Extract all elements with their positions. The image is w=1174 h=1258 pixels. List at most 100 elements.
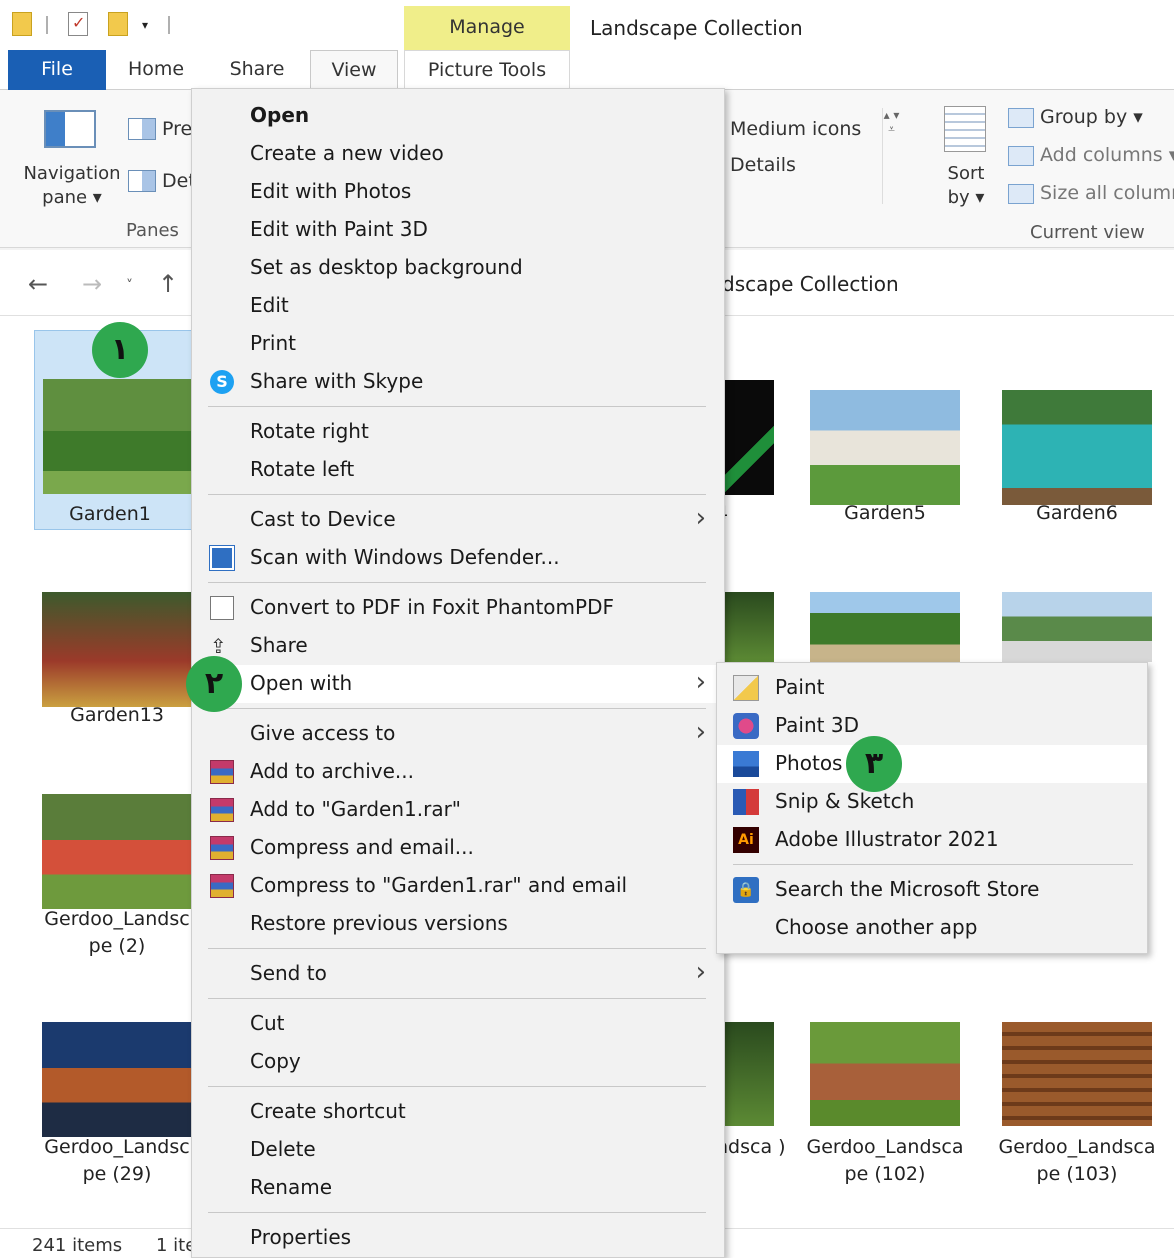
menu-item-label: Copy	[250, 1049, 301, 1073]
paint-3d-icon	[733, 713, 759, 739]
file-item-gerdoo-29[interactable]: Gerdoo_Landsc pe (29)	[42, 1022, 202, 1185]
menu-item-edit-paint3d[interactable]: Edit with Paint 3D	[192, 211, 724, 249]
menu-item-send-to[interactable]: Send to ›	[192, 955, 724, 993]
recent-locations-icon[interactable]: ˅	[126, 278, 133, 294]
thumbnail	[1002, 1022, 1152, 1126]
menu-item-delete[interactable]: Delete	[192, 1131, 724, 1169]
menu-item-open[interactable]: Open	[192, 97, 724, 135]
menu-item-rotate-right[interactable]: Rotate right	[192, 413, 724, 451]
submenu-item-paint3d[interactable]: Paint 3D	[717, 707, 1147, 745]
tab-home[interactable]: Home	[118, 50, 194, 90]
preview-pane-button[interactable]: Pre	[162, 118, 192, 140]
menu-item-rotate-left[interactable]: Rotate left	[192, 451, 724, 489]
file-item-garden13[interactable]: Garden13	[42, 592, 202, 742]
group-by-button[interactable]: Group by ▾	[1008, 106, 1143, 128]
address-path[interactable]: dscape Collection	[722, 272, 899, 296]
layout-gallery-scroll[interactable]: ▴ ▾ ⩡	[882, 108, 900, 204]
file-item-gerdoo-102[interactable]: Gerdoo_Landsca pe (102)	[806, 1022, 970, 1185]
menu-item-edit-photos[interactable]: Edit with Photos	[192, 173, 724, 211]
menu-item-scan-defender[interactable]: Scan with Windows Defender...	[192, 539, 724, 577]
qat-dropdown-icon[interactable]: ▾	[142, 18, 148, 32]
thumbnail	[43, 379, 193, 494]
size-all-columns-button[interactable]: Size all column	[1008, 182, 1174, 204]
file-name: Garden13	[70, 704, 164, 726]
properties-check-icon[interactable]	[68, 12, 88, 36]
submenu-item-snip-sketch[interactable]: Snip & Sketch	[717, 783, 1147, 821]
menu-item-label: Compress to "Garden1.rar" and email	[250, 873, 628, 897]
menu-item-open-with[interactable]: Open with ›	[192, 665, 724, 703]
sort-by-button[interactable]: Sort by ▾	[940, 162, 992, 210]
back-arrow-icon[interactable]: ←	[28, 270, 48, 298]
menu-item-label: Cast to Device	[250, 507, 396, 531]
menu-item-label: Open with	[250, 671, 353, 695]
menu-item-edit[interactable]: Edit	[192, 287, 724, 325]
submenu-item-label: Photos	[775, 751, 843, 775]
tab-view[interactable]: View	[310, 50, 398, 90]
foxit-pdf-icon	[210, 596, 234, 620]
file-item-garden6[interactable]: Garden6	[1002, 380, 1162, 530]
add-columns-button[interactable]: Add columns ▾	[1008, 144, 1174, 166]
layout-gallery: Medium icons Details	[724, 100, 904, 210]
snip-sketch-icon	[733, 789, 759, 815]
title-bar: ▾ Manage Landscape Collection	[0, 0, 1174, 50]
tab-picture-tools[interactable]: Picture Tools	[404, 50, 570, 90]
menu-item-create-video[interactable]: Create a new video	[192, 135, 724, 173]
navigation-pane-button[interactable]: Navigation pane ▾	[20, 162, 124, 210]
menu-separator	[208, 708, 706, 709]
menu-item-print[interactable]: Print	[192, 325, 724, 363]
menu-item-share[interactable]: ⇪ Share	[192, 627, 724, 665]
menu-item-copy[interactable]: Copy	[192, 1043, 724, 1081]
new-folder-icon[interactable]	[108, 12, 128, 36]
menu-separator	[208, 494, 706, 495]
submenu-item-choose-app[interactable]: Choose another app	[717, 909, 1147, 947]
menu-item-restore-versions[interactable]: Restore previous versions	[192, 905, 724, 943]
menu-item-label: Add to archive...	[250, 759, 414, 783]
submenu-item-illustrator[interactable]: Ai Adobe Illustrator 2021	[717, 821, 1147, 859]
menu-item-label: Convert to PDF in Foxit PhantomPDF	[250, 595, 614, 619]
menu-item-label: Rotate right	[250, 419, 369, 443]
menu-item-add-to-rar[interactable]: Add to "Garden1.rar"	[192, 791, 724, 829]
file-item-garden5[interactable]: Garden5	[810, 380, 970, 530]
menu-item-share-skype[interactable]: S Share with Skype	[192, 363, 724, 401]
file-item-fountain[interactable]	[1002, 592, 1162, 662]
menu-item-give-access[interactable]: Give access to ›	[192, 715, 724, 753]
details-pane-icon[interactable]	[128, 170, 156, 192]
menu-item-convert-pdf[interactable]: Convert to PDF in Foxit PhantomPDF	[192, 589, 724, 627]
up-arrow-icon[interactable]: ↑	[158, 270, 178, 298]
preview-pane-icon[interactable]	[128, 118, 156, 140]
submenu-item-paint[interactable]: Paint	[717, 669, 1147, 707]
submenu-item-search-store[interactable]: 🔒 Search the Microsoft Store	[717, 871, 1147, 909]
menu-item-properties[interactable]: Properties	[192, 1219, 724, 1257]
menu-item-compress-email[interactable]: Compress and email...	[192, 829, 724, 867]
submenu-item-photos[interactable]: Photos	[717, 745, 1147, 783]
menu-separator	[208, 998, 706, 999]
menu-item-rename[interactable]: Rename	[192, 1169, 724, 1207]
menu-item-label: Give access to	[250, 721, 396, 745]
submenu-item-label: Choose another app	[775, 915, 978, 939]
menu-item-compress-rar-email[interactable]: Compress to "Garden1.rar" and email	[192, 867, 724, 905]
file-item-topiary[interactable]	[810, 592, 970, 662]
menu-item-create-shortcut[interactable]: Create shortcut	[192, 1093, 724, 1131]
file-item-gerdoo-2[interactable]: Gerdoo_Landsc pe (2)	[42, 794, 202, 957]
file-name: Gerdoo_Landsca pe (102)	[806, 1136, 964, 1185]
folder-icon[interactable]	[12, 12, 32, 36]
menu-item-label: Create shortcut	[250, 1099, 406, 1123]
layout-details[interactable]: Details	[730, 154, 796, 176]
menu-item-label: Rename	[250, 1175, 333, 1199]
tab-share[interactable]: Share	[222, 50, 292, 90]
navigation-pane-icon[interactable]	[44, 110, 96, 148]
menu-item-set-desktop-background[interactable]: Set as desktop background	[192, 249, 724, 287]
winrar-icon	[210, 836, 234, 860]
file-item-gerdoo-103[interactable]: Gerdoo_Landsca pe (103)	[998, 1022, 1162, 1185]
menu-item-cast-to-device[interactable]: Cast to Device ›	[192, 501, 724, 539]
menu-item-label: Properties	[250, 1225, 352, 1249]
sort-by-icon[interactable]	[944, 106, 986, 152]
forward-arrow-icon[interactable]: →	[82, 270, 102, 298]
microsoft-store-icon: 🔒	[733, 877, 759, 903]
layout-medium-icons[interactable]: Medium icons	[730, 118, 861, 140]
menu-separator	[208, 406, 706, 407]
menu-item-cut[interactable]: Cut	[192, 1005, 724, 1043]
menu-item-add-archive[interactable]: Add to archive...	[192, 753, 724, 791]
tab-file[interactable]: File	[8, 50, 106, 90]
manage-contextual-tab[interactable]: Manage	[404, 6, 570, 50]
